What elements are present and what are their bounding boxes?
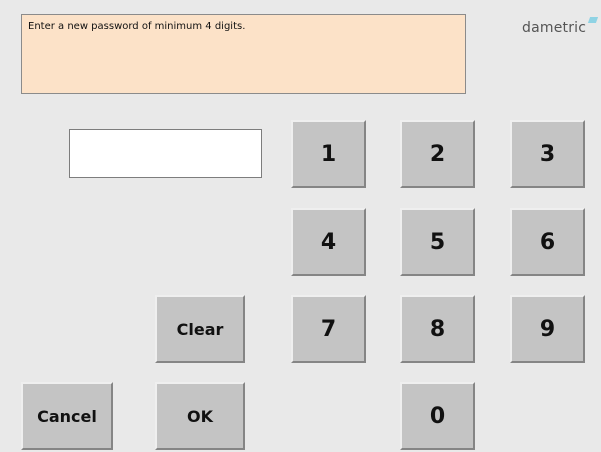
key-4-button[interactable]: 4	[291, 208, 366, 276]
key-7-button[interactable]: 7	[291, 295, 366, 363]
clear-button[interactable]: Clear	[155, 295, 245, 363]
key-0-button[interactable]: 0	[400, 382, 475, 450]
key-6-button[interactable]: 6	[510, 208, 585, 276]
password-entry-screen: Enter a new password of minimum 4 digits…	[0, 0, 601, 452]
brand-logo: dametric	[522, 20, 587, 36]
key-8-button[interactable]: 8	[400, 295, 475, 363]
instruction-message: Enter a new password of minimum 4 digits…	[21, 14, 466, 94]
key-5-button[interactable]: 5	[400, 208, 475, 276]
cancel-button[interactable]: Cancel	[21, 382, 113, 450]
ok-button[interactable]: OK	[155, 382, 245, 450]
key-3-button[interactable]: 3	[510, 120, 585, 188]
password-input[interactable]	[69, 129, 262, 178]
brand-logo-mark-icon	[587, 17, 599, 23]
key-2-button[interactable]: 2	[400, 120, 475, 188]
key-1-button[interactable]: 1	[291, 120, 366, 188]
key-9-button[interactable]: 9	[510, 295, 585, 363]
